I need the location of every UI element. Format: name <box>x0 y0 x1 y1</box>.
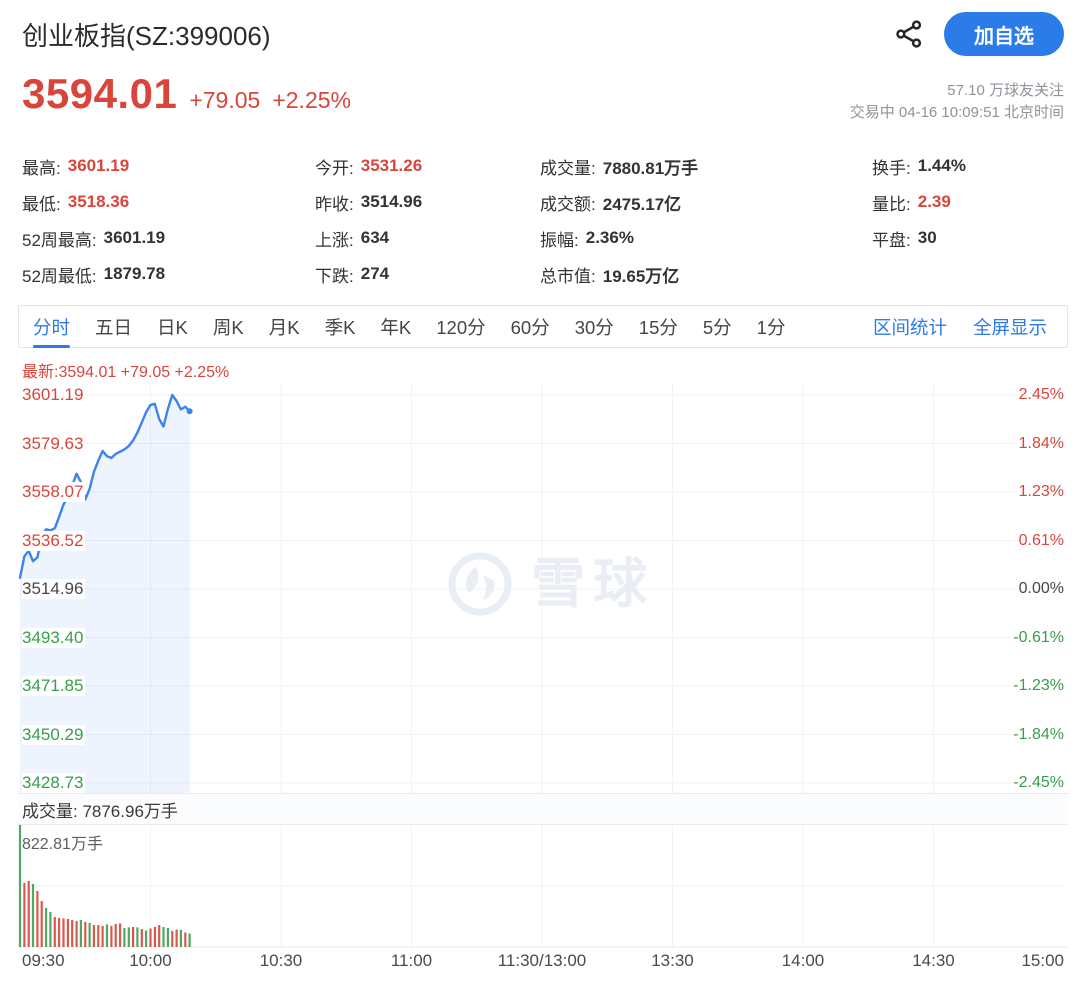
volume-bar <box>71 920 74 947</box>
volume-axis-max: 822.81万手 <box>22 836 103 853</box>
volume-bar <box>75 921 78 947</box>
volume-bar <box>145 930 148 947</box>
volume-bar <box>92 925 95 947</box>
price-axis-label: 3536.52 <box>22 530 86 551</box>
volume-bar <box>158 925 161 947</box>
volume-bar <box>58 917 61 947</box>
volume-bar <box>36 891 39 947</box>
percent-axis-label: -1.84% <box>1011 724 1064 745</box>
time-axis-label: 14:00 <box>781 951 825 970</box>
volume-bar <box>23 882 26 947</box>
percent-axis-label: 1.23% <box>1016 482 1064 502</box>
volume-bar <box>84 921 87 947</box>
time-axis-label: 09:30 <box>22 951 65 970</box>
volume-bar <box>140 929 143 947</box>
percent-axis-label: -2.45% <box>1011 773 1064 793</box>
price-axis-label: 3471.85 <box>22 676 86 696</box>
volume-bar <box>101 925 104 947</box>
volume-bar <box>184 932 187 947</box>
time-axis-label: 10:30 <box>259 951 303 970</box>
volume-bar <box>114 924 117 947</box>
percent-axis-label: -1.23% <box>1011 676 1064 696</box>
percent-axis-label: 2.45% <box>1016 385 1064 405</box>
time-axis-label: 11:30/13:00 <box>497 951 587 970</box>
volume-bar <box>110 925 113 947</box>
time-axis-label: 13:30 <box>651 951 694 970</box>
volume-total: 成交量: 7876.96万手 <box>22 801 178 821</box>
volume-bar <box>31 884 35 947</box>
last-price-dot <box>186 408 193 415</box>
volume-bar <box>105 924 109 947</box>
price-axis-label: 3450.29 <box>22 724 86 745</box>
volume-bar <box>97 925 100 947</box>
percent-axis-label: 0.61% <box>1016 530 1064 551</box>
volume-bar <box>171 931 174 947</box>
price-axis-label: 3601.19 <box>22 385 86 405</box>
volume-bar <box>179 929 182 947</box>
volume-bar <box>62 918 65 947</box>
volume-bar <box>149 928 152 947</box>
time-axis-label: 15:00 <box>1021 951 1064 970</box>
volume-bar <box>175 929 178 947</box>
price-axis-label: 3558.07 <box>22 482 86 502</box>
volume-bar <box>188 933 191 947</box>
quote-page: 创业板指(SZ:399006) 加自选 3594.01 +79.05 +2.25… <box>0 0 1080 991</box>
volume-bar <box>18 825 22 947</box>
volume-bar <box>123 928 126 947</box>
intraday-chart[interactable] <box>0 0 1080 991</box>
volume-bar <box>88 923 91 947</box>
volume-bar <box>27 881 30 947</box>
price-axis-label: 3514.96 <box>22 579 86 599</box>
price-axis-label: 3493.40 <box>22 627 86 648</box>
volume-bar <box>119 923 122 947</box>
price-axis-label: 3579.63 <box>22 433 86 454</box>
price-axis-label: 3428.73 <box>22 773 86 793</box>
volume-bar <box>40 901 43 947</box>
time-axis-label: 11:00 <box>390 951 433 970</box>
volume-bar <box>79 920 82 947</box>
time-axis-label: 10:00 <box>129 951 172 970</box>
volume-bar <box>53 917 56 947</box>
volume-bar <box>132 927 135 947</box>
percent-axis-label: 0.00% <box>1016 579 1064 599</box>
volume-bar <box>162 927 165 947</box>
volume-bar <box>136 927 139 947</box>
time-axis-label: 14:30 <box>912 951 955 970</box>
volume-bar <box>166 928 169 947</box>
volume-bar <box>127 927 130 947</box>
volume-bar <box>49 912 52 947</box>
percent-axis-label: 1.84% <box>1016 433 1064 454</box>
percent-axis-label: -0.61% <box>1011 627 1064 648</box>
volume-bar <box>45 908 48 947</box>
volume-bar <box>153 927 156 947</box>
volume-bar <box>66 919 69 947</box>
volume-header: 成交量: 7876.96万手 <box>18 793 1068 825</box>
